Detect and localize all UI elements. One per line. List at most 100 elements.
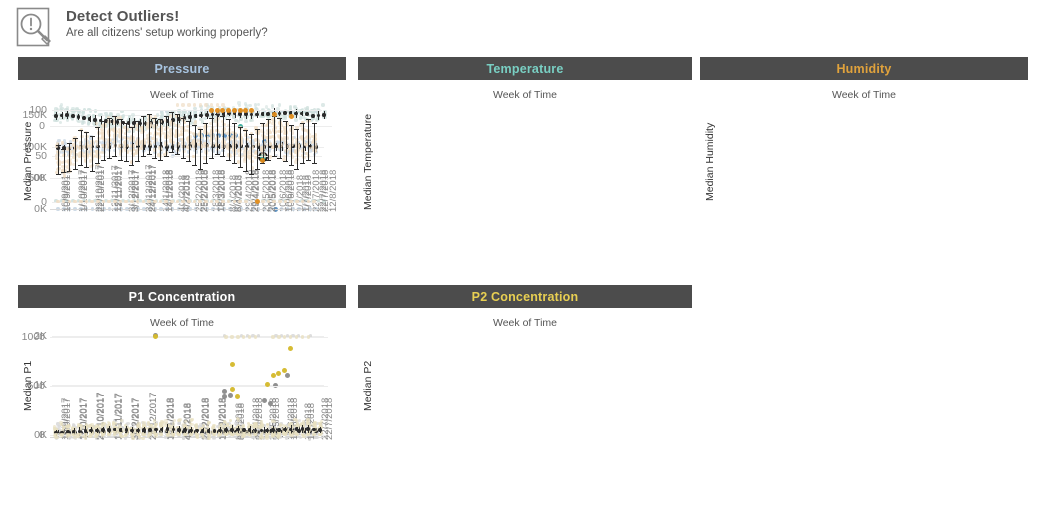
data-point[interactable] xyxy=(181,103,185,107)
panel-title-humidity[interactable]: Humidity xyxy=(700,57,1028,80)
data-point[interactable] xyxy=(277,335,281,339)
data-point[interactable] xyxy=(124,428,129,432)
data-point[interactable] xyxy=(59,420,63,425)
data-point[interactable] xyxy=(189,428,193,433)
data-point[interactable] xyxy=(243,199,248,204)
data-point[interactable] xyxy=(248,107,254,113)
data-point[interactable] xyxy=(192,103,197,107)
data-point[interactable] xyxy=(82,120,86,124)
data-point[interactable] xyxy=(256,102,261,107)
data-point[interactable] xyxy=(255,112,259,117)
data-point[interactable] xyxy=(226,107,232,113)
data-point[interactable] xyxy=(65,432,70,437)
data-point[interactable] xyxy=(189,432,193,437)
data-point[interactable] xyxy=(237,101,241,105)
data-point[interactable] xyxy=(294,335,299,339)
data-point[interactable] xyxy=(254,199,260,205)
data-point[interactable] xyxy=(283,111,287,115)
data-point[interactable] xyxy=(175,103,180,107)
data-point[interactable] xyxy=(231,107,237,113)
data-point[interactable] xyxy=(107,428,111,432)
data-point[interactable] xyxy=(177,418,181,423)
data-point[interactable] xyxy=(300,427,305,431)
panel-title-p2[interactable]: P2 Concentration xyxy=(358,285,692,308)
data-point[interactable] xyxy=(82,116,86,120)
data-point[interactable] xyxy=(306,421,310,425)
data-point[interactable] xyxy=(131,113,135,117)
data-point[interactable] xyxy=(282,367,288,373)
data-point[interactable] xyxy=(283,432,287,437)
data-point[interactable] xyxy=(305,112,310,116)
data-point[interactable] xyxy=(237,107,243,113)
data-point[interactable] xyxy=(60,432,64,437)
data-point[interactable] xyxy=(153,427,158,432)
data-point[interactable] xyxy=(288,346,294,352)
data-point[interactable] xyxy=(118,428,123,432)
data-point[interactable] xyxy=(224,428,228,432)
data-point[interactable] xyxy=(121,114,125,118)
data-point[interactable] xyxy=(183,428,187,432)
data-point[interactable] xyxy=(65,113,69,117)
data-point[interactable] xyxy=(224,335,228,339)
data-point[interactable] xyxy=(230,432,234,437)
data-point[interactable] xyxy=(229,387,235,393)
data-point[interactable] xyxy=(152,199,157,204)
data-point[interactable] xyxy=(306,418,310,422)
data-point[interactable] xyxy=(277,103,281,107)
data-point[interactable] xyxy=(242,335,246,339)
data-point[interactable] xyxy=(230,335,234,339)
panel-title-p1[interactable]: P1 Concentration xyxy=(18,285,346,308)
data-point[interactable] xyxy=(141,436,145,441)
data-point[interactable] xyxy=(311,114,315,118)
data-point[interactable] xyxy=(119,418,124,422)
data-point[interactable] xyxy=(152,419,157,423)
data-point[interactable] xyxy=(204,113,209,117)
data-point[interactable] xyxy=(101,428,105,432)
data-point[interactable] xyxy=(318,422,322,426)
data-point[interactable] xyxy=(300,335,305,339)
data-point[interactable] xyxy=(76,115,81,119)
data-point[interactable] xyxy=(153,334,159,340)
data-point[interactable] xyxy=(209,103,214,107)
data-point[interactable] xyxy=(164,419,168,423)
data-point[interactable] xyxy=(101,432,105,437)
data-point[interactable] xyxy=(54,114,58,118)
data-point[interactable] xyxy=(247,335,252,339)
data-point[interactable] xyxy=(299,116,303,120)
data-point[interactable] xyxy=(294,111,298,116)
data-point[interactable] xyxy=(66,424,70,429)
data-point[interactable] xyxy=(276,371,282,377)
data-point[interactable] xyxy=(177,428,181,432)
data-point[interactable] xyxy=(235,393,241,399)
data-point[interactable] xyxy=(244,119,248,124)
data-point[interactable] xyxy=(193,114,198,118)
data-point[interactable] xyxy=(288,114,294,120)
data-point[interactable] xyxy=(277,428,281,432)
panel-title-pressure[interactable]: Pressure xyxy=(18,57,346,80)
data-point[interactable] xyxy=(236,432,240,437)
data-point[interactable] xyxy=(148,428,152,432)
data-point[interactable] xyxy=(209,107,215,113)
data-point[interactable] xyxy=(204,103,208,107)
data-point[interactable] xyxy=(60,141,65,145)
data-point[interactable] xyxy=(266,112,270,116)
panel-title-temperature[interactable]: Temperature xyxy=(358,57,692,80)
data-point[interactable] xyxy=(284,373,290,379)
data-point[interactable] xyxy=(198,103,202,107)
data-point[interactable] xyxy=(318,432,322,437)
data-point[interactable] xyxy=(214,107,220,113)
data-point[interactable] xyxy=(195,428,199,433)
data-point[interactable] xyxy=(58,120,62,124)
data-point[interactable] xyxy=(253,335,258,339)
data-point[interactable] xyxy=(236,335,240,339)
data-point[interactable] xyxy=(264,382,270,388)
data-point[interactable] xyxy=(321,103,325,107)
data-point[interactable] xyxy=(270,419,274,423)
data-point[interactable] xyxy=(87,117,92,121)
data-point[interactable] xyxy=(70,117,75,121)
data-point[interactable] xyxy=(188,115,192,119)
data-point[interactable] xyxy=(260,112,265,116)
data-point[interactable] xyxy=(153,432,158,437)
data-point[interactable] xyxy=(228,418,233,423)
data-point[interactable] xyxy=(288,335,293,339)
